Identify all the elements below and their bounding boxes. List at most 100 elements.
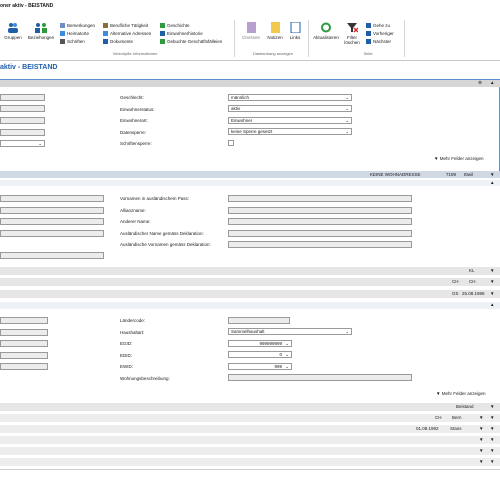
title-bar: oner aktiv - BEISTAND xyxy=(0,0,500,18)
gruppen-button[interactable]: Gruppen xyxy=(3,22,23,40)
anderer-name-field[interactable] xyxy=(228,218,412,225)
zivilstand-field[interactable] xyxy=(0,129,45,136)
datensperre-select[interactable]: keine Sperre gesetzt ⌄ xyxy=(228,128,352,135)
bottom-row-5[interactable]: ▼ ▼ xyxy=(0,447,500,455)
address-bar: KEINE WOHNADRESSE 7199 Ittwil ▼ xyxy=(0,171,500,178)
offizieller-name-field[interactable] xyxy=(0,252,104,259)
chevron-down-icon[interactable]: ▼ xyxy=(490,448,494,453)
ledger-icon xyxy=(160,39,165,45)
name-pass-field[interactable] xyxy=(0,230,104,237)
anderer-name-label: Anderer Name: xyxy=(120,219,151,224)
chevron-down-icon[interactable]: ▼ xyxy=(479,426,483,431)
chevron-down-icon[interactable]: ▼ xyxy=(479,459,483,464)
beziehungen-button[interactable]: Beziehungen xyxy=(26,22,56,40)
mehr-felder-link[interactable]: ▼ Mehr Felder anzeigen xyxy=(434,156,484,161)
wohnungsbeschreibung-label: Wohnungsbeschreibung: xyxy=(120,376,170,381)
chevron-down-icon[interactable]: ▼ xyxy=(479,437,483,442)
filter-loeschen-button[interactable]: Filter löschen xyxy=(342,22,362,45)
schriften-button[interactable]: Schriften xyxy=(60,38,85,45)
chevron-down-icon[interactable]: ▼ xyxy=(490,415,494,420)
info-row-1[interactable]: KL ▼ xyxy=(0,267,500,275)
chevron-down-icon[interactable]: ▼ xyxy=(490,426,494,431)
naechster-button[interactable]: Nächster xyxy=(366,38,391,45)
arrow-left-icon xyxy=(366,31,371,37)
document-icon xyxy=(103,39,108,45)
chevron-down-icon[interactable]: ▼ xyxy=(479,448,483,453)
info-row-2[interactable]: CH CH ▼ xyxy=(0,278,500,286)
chevron-down-icon: ⌄ xyxy=(38,141,42,146)
laendercode-field[interactable] xyxy=(228,317,290,324)
allianzname-field[interactable] xyxy=(228,207,412,214)
bottom-row-6[interactable]: ▼ ▼ xyxy=(0,458,500,466)
berufliche-taetigkeit-button[interactable]: Berufliche Tätigkeit xyxy=(103,22,148,29)
vornamen-pass-field[interactable] xyxy=(228,195,412,202)
name-ledig-field[interactable] xyxy=(0,195,104,202)
edid-stepper[interactable]: 0 ⌄ xyxy=(228,351,292,358)
einwohnerhistorie-button[interactable]: Einwohnerhistorie xyxy=(160,30,203,37)
gehe-zu-button[interactable]: Gehe zu xyxy=(366,22,390,29)
name-field-2[interactable] xyxy=(0,207,104,214)
relations-icon xyxy=(35,22,47,33)
ort-field[interactable] xyxy=(0,352,48,359)
ewid-stepper[interactable]: 999 ⌄ xyxy=(228,363,292,370)
chevron-down-icon[interactable]: ▼ xyxy=(490,291,494,296)
ausl-name-field[interactable] xyxy=(228,230,412,237)
plz-field[interactable] xyxy=(0,340,48,347)
einwohnerstatus-select[interactable]: aktiv ⌄ xyxy=(228,105,352,112)
gebuchte-geschaeftsfaelle-button[interactable]: Gebuchte Geschäftsfälleien xyxy=(160,38,222,45)
chevron-down-icon: ⌄ xyxy=(285,352,289,357)
history-icon xyxy=(160,23,165,29)
geburtsdatum-field[interactable] xyxy=(0,117,45,124)
name-field[interactable] xyxy=(0,94,45,101)
egid-stepper[interactable]: 999999999 ⌄ xyxy=(228,340,292,347)
hausnummer-field[interactable] xyxy=(0,329,48,336)
haushaltart-select[interactable]: Sammelhaushalt ⌄ xyxy=(228,328,352,335)
goto-arrow-icon xyxy=(366,23,371,29)
vorname-field[interactable] xyxy=(0,105,45,112)
heimatorte-button[interactable]: Heimatorte xyxy=(60,30,89,37)
mehr-felder-link-2[interactable]: ▼ Mehr Felder anzeigen xyxy=(436,391,486,396)
chevron-down-icon: ⌄ xyxy=(345,106,349,111)
geschlecht-select[interactable]: männlich ⌄ xyxy=(228,94,352,101)
konfession-select[interactable]: ⌄ xyxy=(0,140,45,147)
ausl-vornamen-field[interactable] xyxy=(228,241,412,248)
chevron-down-icon[interactable]: ▼ xyxy=(490,437,494,442)
briefcase-icon xyxy=(103,23,108,29)
bottom-row-2[interactable]: CH Bern ▼ ▼ xyxy=(0,414,500,422)
schriftensperre-checkbox[interactable] xyxy=(228,140,234,146)
chevron-down-icon[interactable]: ▼ xyxy=(490,404,494,409)
filter-clear-icon xyxy=(346,22,359,33)
egid-label: EGID: xyxy=(120,341,133,346)
chevron-down-icon[interactable]: ▼ xyxy=(490,268,494,273)
notizen-button[interactable]: Notizen xyxy=(264,22,286,40)
strasse-field[interactable] xyxy=(0,317,48,324)
bottom-row-3[interactable]: 01.09.1992 Stans ▼ ▼ xyxy=(0,425,500,433)
edid-label: EDID: xyxy=(120,353,133,358)
bemerkungen-button[interactable]: Bemerkungen xyxy=(60,22,95,29)
note-icon xyxy=(60,23,65,29)
notes-icon xyxy=(269,22,281,33)
dokumente-button[interactable]: Dokumente xyxy=(103,38,133,45)
onenote-button[interactable]: OneNote xyxy=(240,22,262,40)
chevron-up-icon[interactable]: ▲ xyxy=(490,80,494,85)
chevron-down-icon[interactable]: ▼ xyxy=(490,459,494,464)
bottom-row-1[interactable]: Beistand ▼ xyxy=(0,403,500,411)
chevron-up-icon[interactable]: ▲ xyxy=(490,180,494,185)
zuzug-field[interactable] xyxy=(0,363,48,370)
geschichte-button[interactable]: Geschichte xyxy=(160,22,190,29)
info-row-3[interactable]: GS 25.08.1986 ▼ xyxy=(0,290,500,298)
chevron-down-icon[interactable]: ▼ xyxy=(490,279,494,284)
settings-icon[interactable]: ⚙ xyxy=(478,80,482,86)
rufname-field[interactable] xyxy=(0,218,104,225)
chevron-down-icon[interactable]: ▼ xyxy=(479,415,483,420)
vorheriger-button[interactable]: Vorheriger xyxy=(366,30,394,37)
chevron-down-icon[interactable]: ▼ xyxy=(490,172,494,177)
links-button[interactable]: Links xyxy=(286,21,304,40)
alternative-adressen-button[interactable]: Alternative Adressen xyxy=(103,30,151,37)
chevron-up-icon[interactable]: ▲ xyxy=(490,302,494,307)
wohnungsbeschreibung-field[interactable] xyxy=(228,374,412,381)
bottom-row-4[interactable]: ▼ ▼ xyxy=(0,436,500,444)
group-label-seite: Seite xyxy=(363,51,373,56)
aktualisieren-button[interactable]: Aktualisieren xyxy=(312,22,340,40)
einwohnerart-select[interactable]: Einwohner ⌄ xyxy=(228,117,352,124)
